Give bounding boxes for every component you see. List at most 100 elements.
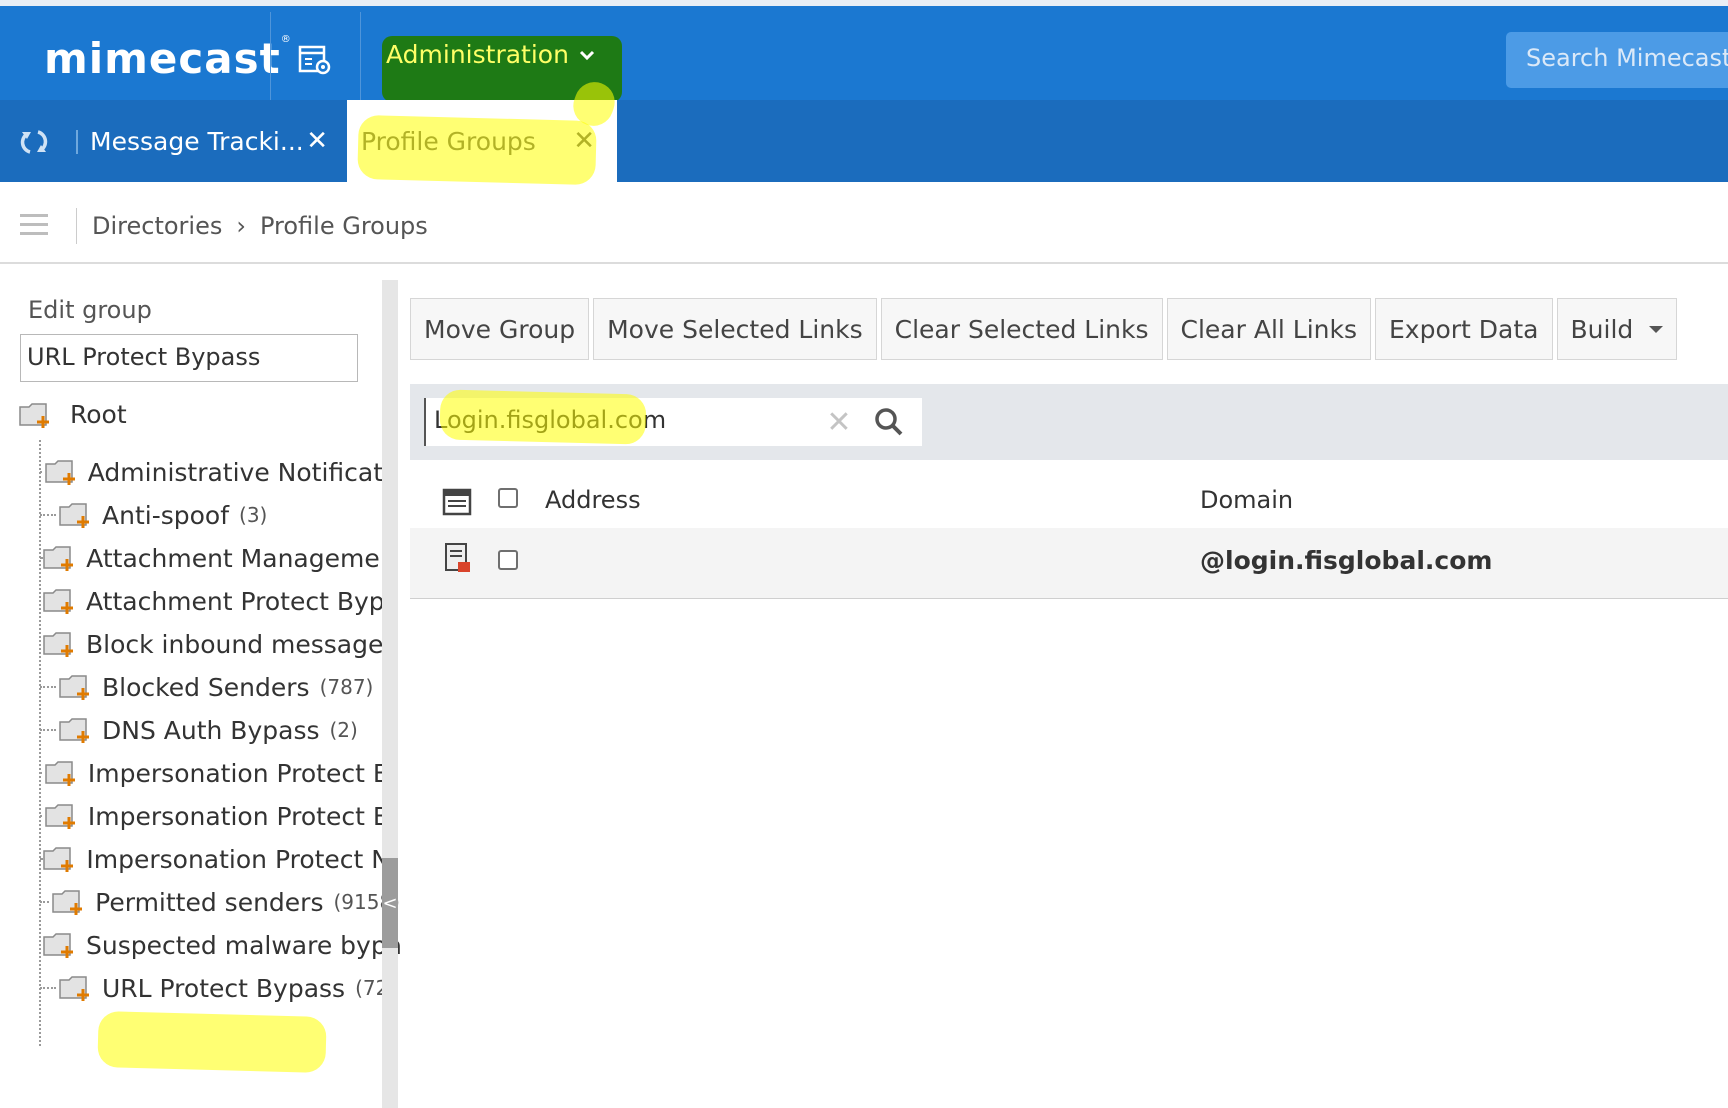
breadcrumb-separator: › [236,212,246,240]
tree-item-count: (3) [239,503,268,527]
filter-bar: Login.fisglobal.com ✕ [410,384,1728,460]
folder-icon [45,804,75,829]
table-row[interactable]: @login.fisglobal.com [410,528,1728,599]
search-input[interactable]: Search Mimecast [1506,32,1728,88]
folder-icon [43,847,74,872]
folder-icon [59,675,89,700]
tree-item-label: Impersonation Protect B [87,801,390,831]
logo-mark: ® [280,34,292,45]
folder-icon [43,546,74,571]
tab-label: Message Tracki... [90,126,304,156]
close-icon[interactable]: ✕ [573,126,595,156]
tab-divider [76,130,78,154]
tree-item[interactable]: Impersonation Protect B [40,753,400,793]
export-data-button[interactable]: Export Data [1375,298,1553,360]
logo-text: mimecast [44,34,281,83]
refresh-icon[interactable] [18,126,50,158]
folder-icon [43,632,73,657]
caret-down-icon [1649,325,1664,333]
folder-icon [59,976,89,1001]
folder-icon [52,890,83,915]
folder-icon [43,933,73,958]
tree-item-label: URL Protect Bypass [102,973,346,1003]
tree-root[interactable]: Root [18,400,127,429]
edit-group-label: Edit group [28,296,152,324]
tree-item-label: Blocked Senders [102,672,310,702]
folder-icon [43,589,73,614]
administration-menu-label: Administration [386,40,569,69]
administration-menu[interactable]: Administration [386,40,595,69]
tree-item-label: Suspected malware bypa [86,930,400,960]
tree-item[interactable]: Block inbound messages [40,624,400,664]
grid-header: Address Domain [410,478,1728,528]
tree-item[interactable]: Anti-spoof (3) [40,495,400,535]
header-divider [360,12,361,106]
row-checkbox[interactable] [498,550,518,570]
clear-filter-icon[interactable]: ✕ [822,398,856,446]
folder-icon [45,460,75,485]
folder-icon [45,761,75,786]
tree-item-label: Attachment Protect Bypa [86,586,400,616]
move-group-button[interactable]: Move Group [410,298,590,360]
tree-item-label: Permitted senders [95,887,324,917]
cell-domain: @login.fisglobal.com [1200,546,1493,575]
select-all-checkbox[interactable] [498,488,518,508]
tree-item[interactable]: Suspected malware bypa [40,925,400,965]
search-placeholder: Search Mimecast [1526,44,1728,72]
search-icon[interactable] [856,398,922,446]
tab-message-tracking[interactable]: Message Tracki... ✕ [90,100,340,182]
tree-item[interactable]: Administrative Notificati [40,452,400,492]
top-bar: mimecast® Administration Search Mimecast [0,0,1728,106]
tab-profile-groups[interactable]: Profile Groups ✕ [347,100,617,182]
chevron-down-icon [579,50,594,60]
tree-item-label: DNS Auth Bypass [102,715,320,745]
panel-splitter[interactable] [382,280,398,1108]
header-divider [270,12,271,106]
build-label: Build [1570,314,1634,344]
tree-item-label: Impersonation Protect N [86,844,390,874]
tree-item[interactable]: Impersonation Protect N [40,839,400,879]
clear-all-links-button[interactable]: Clear All Links [1166,298,1372,360]
tree-item-count: (787) [319,675,374,699]
tree-item-label: Administrative Notificati [87,457,390,487]
tree-item[interactable]: Attachment Protect Bypa [40,581,400,621]
breadcrumb-bar: Directories › Profile Groups [0,182,1728,264]
filter-input[interactable]: Login.fisglobal.com [424,398,822,446]
tree-item-selected[interactable]: URL Protect Bypass (72) [40,968,400,1008]
admin-settings-icon[interactable] [298,44,332,76]
build-dropdown[interactable]: Build [1556,298,1678,360]
folder-icon [59,503,89,528]
tree-item-label: Impersonation Protect B [87,758,390,788]
breadcrumb-item-profile-groups: Profile Groups [259,212,428,240]
move-selected-links-button[interactable]: Move Selected Links [593,298,877,360]
group-tree-panel: Edit group URL Protect Bypass Root Admin… [0,264,400,1108]
tree-item[interactable]: Permitted senders (9158) [40,882,400,922]
clear-selected-links-button[interactable]: Clear Selected Links [880,298,1163,360]
close-icon[interactable]: ✕ [306,126,328,156]
breadcrumb-divider [76,208,77,244]
column-header-domain[interactable]: Domain [1200,486,1293,514]
domain-record-icon [445,543,470,572]
tree-item[interactable]: Attachment Managemer [40,538,400,578]
tree-item-label: Attachment Managemer [86,543,390,573]
tree-item[interactable]: DNS Auth Bypass (2) [40,710,400,750]
tree-item-count: (2) [329,718,358,742]
tree-root-label: Root [70,400,127,429]
folder-icon [19,402,49,428]
mimecast-logo[interactable]: mimecast® [44,34,292,83]
toolbar: Move Group Move Selected Links Clear Sel… [410,298,1678,360]
columns-menu-icon[interactable] [442,488,472,516]
folder-icon [59,718,89,743]
tree-item[interactable]: Impersonation Protect B [40,796,400,836]
tree-item[interactable]: Blocked Senders (787) [40,667,400,707]
tree-item-label: Block inbound messages [86,629,397,659]
breadcrumb: Directories › Profile Groups [92,212,428,240]
edit-group-input[interactable]: URL Protect Bypass [20,334,358,382]
tab-bar: Message Tracki... ✕ Profile Groups ✕ [0,100,1728,182]
column-header-address[interactable]: Address [545,486,641,514]
breadcrumb-item-directories[interactable]: Directories [92,212,222,240]
tab-label: Profile Groups [361,126,536,156]
collapse-panel-button[interactable]: < [382,858,398,948]
tree-item-label: Anti-spoof [102,500,230,530]
menu-icon[interactable] [20,214,48,236]
